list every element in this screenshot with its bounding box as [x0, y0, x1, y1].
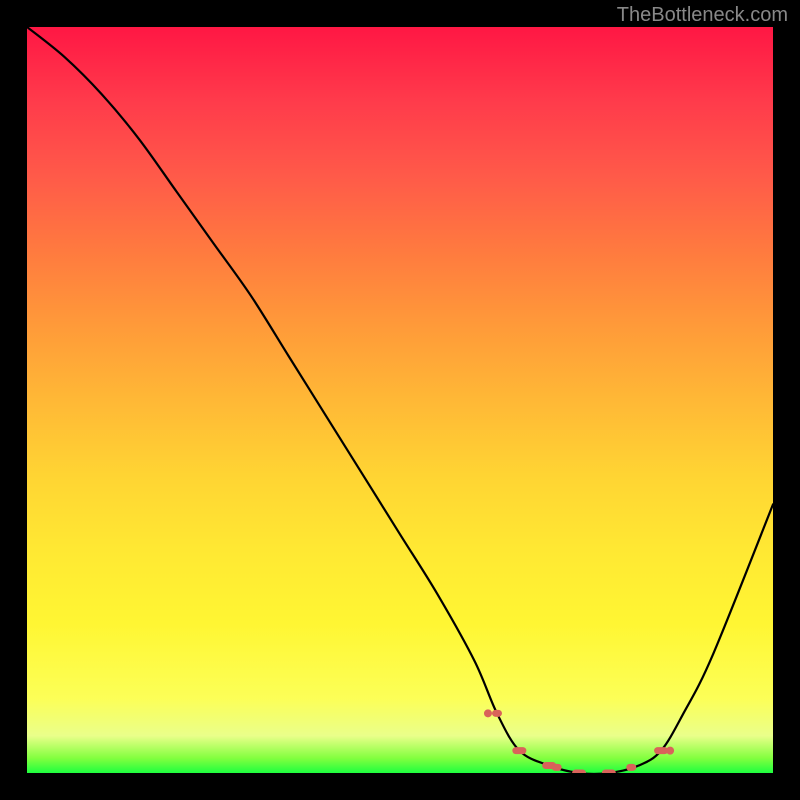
bottleneck-curve [27, 27, 773, 773]
minimum-marker [492, 710, 502, 717]
minimum-marker [602, 770, 616, 774]
watermark-text: TheBottleneck.com [617, 4, 788, 27]
plot-area [27, 27, 773, 773]
minimum-marker [572, 770, 586, 774]
minimum-marker [512, 747, 526, 754]
minimum-marker [626, 764, 636, 771]
minimum-marker [654, 747, 668, 754]
minimum-marker-dot [666, 747, 674, 755]
minimum-marker [552, 764, 562, 771]
minimum-marker-dot [484, 709, 492, 717]
chart-svg [27, 27, 773, 773]
